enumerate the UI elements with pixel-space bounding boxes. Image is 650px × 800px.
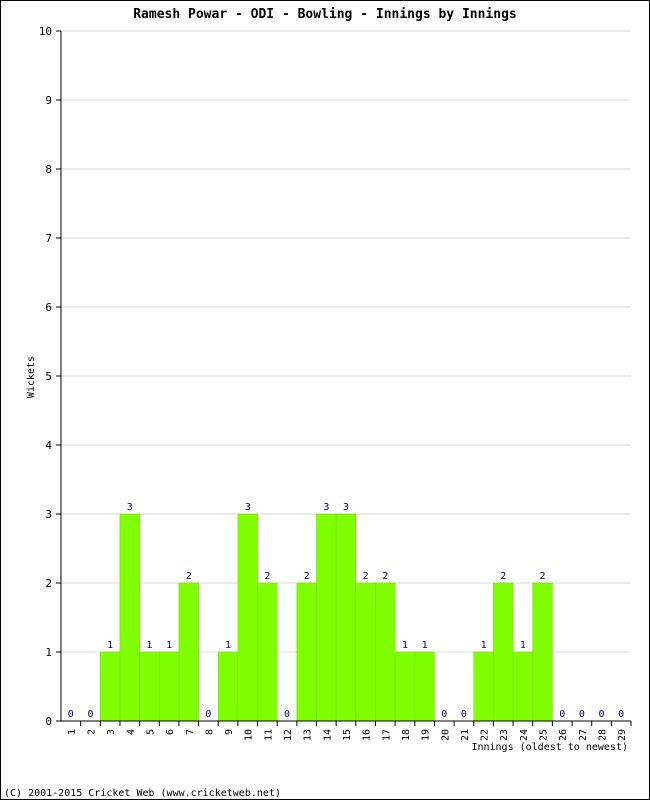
data-label: 0 xyxy=(599,709,605,720)
x-tick-label: 6 xyxy=(165,729,176,735)
bar xyxy=(375,582,396,722)
x-tick-label: 10 xyxy=(244,729,255,741)
data-label: 1 xyxy=(146,640,152,651)
x-tick-label: 9 xyxy=(224,729,235,735)
bar xyxy=(158,651,180,722)
data-label: 1 xyxy=(107,640,113,651)
data-label: 0 xyxy=(68,709,74,720)
bar xyxy=(394,651,416,722)
x-tick-label: 26 xyxy=(558,729,569,741)
data-label: 1 xyxy=(402,640,408,651)
x-tick-label: 13 xyxy=(303,729,314,741)
x-tick-label: 1 xyxy=(67,729,78,735)
data-label: 0 xyxy=(618,709,624,720)
data-label: 2 xyxy=(363,571,369,582)
chart-container: Ramesh Powar - ODI - Bowling - Innings b… xyxy=(0,0,650,800)
bar xyxy=(316,513,337,722)
bar xyxy=(414,651,435,722)
y-tick-label: 8 xyxy=(45,163,52,176)
x-tick-label: 25 xyxy=(539,729,550,741)
x-tick-label: 2 xyxy=(86,729,97,735)
x-tick-label: 18 xyxy=(401,729,412,741)
x-tick-label: 20 xyxy=(440,729,451,741)
chart-title: Ramesh Powar - ODI - Bowling - Innings b… xyxy=(133,7,517,22)
y-tick-label: 2 xyxy=(45,577,52,590)
x-tick-label: 24 xyxy=(519,729,530,741)
x-tick-label: 7 xyxy=(185,729,196,735)
data-label: 1 xyxy=(481,640,487,651)
data-label: 2 xyxy=(186,571,192,582)
y-tick-label: 3 xyxy=(45,508,52,521)
y-tick-label: 6 xyxy=(45,301,52,314)
bar xyxy=(139,651,160,722)
x-tick-label: 15 xyxy=(342,729,353,741)
x-tick-label: 14 xyxy=(322,729,333,741)
y-tick-label: 4 xyxy=(45,439,52,452)
data-label: 2 xyxy=(382,571,388,582)
bar xyxy=(100,651,121,722)
x-tick-label: 8 xyxy=(204,729,215,735)
x-tick-label: 19 xyxy=(421,729,432,741)
data-label: 0 xyxy=(461,709,467,720)
chart: Ramesh Powar - ODI - Bowling - Innings b… xyxy=(4,7,632,799)
bar xyxy=(335,513,357,722)
data-label: 2 xyxy=(304,571,310,582)
data-label: 1 xyxy=(225,640,231,651)
bar xyxy=(512,651,534,722)
data-label: 2 xyxy=(264,571,270,582)
bar xyxy=(257,582,278,722)
data-label: 1 xyxy=(520,640,526,651)
bar xyxy=(355,582,376,722)
bar xyxy=(532,582,553,722)
data-label: 2 xyxy=(540,571,546,582)
x-tick-label: 17 xyxy=(381,729,392,741)
data-label: 0 xyxy=(559,709,565,720)
y-axis-label: Wickets xyxy=(26,356,37,398)
bar xyxy=(119,513,140,722)
data-label: 1 xyxy=(422,640,428,651)
data-label: 3 xyxy=(323,502,329,513)
bar xyxy=(217,651,239,722)
y-tick-label: 10 xyxy=(39,25,52,38)
x-tick-label: 29 xyxy=(617,729,628,741)
y-tick-label: 0 xyxy=(45,715,52,728)
x-tick-label: 3 xyxy=(106,729,117,735)
y-tick-label: 5 xyxy=(45,370,52,383)
x-tick-label: 28 xyxy=(598,729,609,741)
y-tick-label: 1 xyxy=(45,646,52,659)
bar xyxy=(296,582,317,722)
x-tick-label: 22 xyxy=(480,729,491,741)
data-label: 3 xyxy=(127,502,133,513)
x-tick-label: 27 xyxy=(578,729,589,741)
data-label: 3 xyxy=(343,502,349,513)
bar xyxy=(493,582,514,722)
x-tick-label: 16 xyxy=(362,729,373,741)
data-label: 0 xyxy=(579,709,585,720)
y-tick-label: 9 xyxy=(45,94,52,107)
data-label: 1 xyxy=(166,640,172,651)
x-tick-label: 4 xyxy=(126,729,137,735)
footer-copyright: (C) 2001-2015 Cricket Web (www.cricketwe… xyxy=(4,788,281,799)
bar xyxy=(473,651,494,722)
y-tick-label: 7 xyxy=(45,232,52,245)
data-label: 0 xyxy=(87,709,93,720)
x-tick-label: 21 xyxy=(460,729,471,741)
x-tick-label: 5 xyxy=(145,729,156,735)
x-axis-label: Innings (oldest to newest) xyxy=(471,742,628,753)
x-tick-label: 23 xyxy=(499,729,510,741)
data-label: 0 xyxy=(284,709,290,720)
data-label: 0 xyxy=(205,709,211,720)
data-label: 2 xyxy=(500,571,506,582)
bar xyxy=(237,513,258,722)
data-label: 0 xyxy=(441,709,447,720)
x-tick-label: 11 xyxy=(263,729,274,741)
data-label: 3 xyxy=(245,502,251,513)
x-tick-label: 12 xyxy=(283,729,294,741)
bar xyxy=(178,582,199,722)
